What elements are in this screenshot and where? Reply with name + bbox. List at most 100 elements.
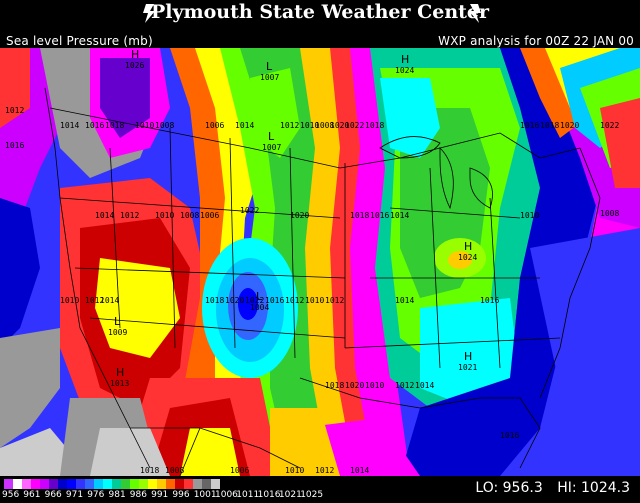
isobar-label: 1018 — [365, 121, 384, 130]
legend-swatch — [13, 479, 22, 489]
low-center-value: 1007 — [262, 143, 281, 152]
high-center-letter: H — [464, 240, 472, 253]
high-center-letter: H — [131, 48, 139, 61]
lightning-bolt-icon — [469, 4, 481, 23]
isobar-label: 1016 — [5, 141, 24, 150]
isobar-label: 1012 — [395, 381, 414, 390]
isobar-label: 1012 — [5, 106, 24, 115]
legend-swatch — [157, 479, 166, 489]
high-center-value: 1021 — [458, 363, 477, 372]
page-title: Plymouth State Weather Center — [150, 1, 490, 23]
isobar-label: 1018 — [540, 121, 559, 130]
legend-swatch — [130, 479, 139, 489]
legend-swatch — [76, 479, 85, 489]
legend-swatch — [22, 479, 31, 489]
low-center-letter: L — [256, 290, 263, 303]
isobar-label: 1016 — [500, 431, 519, 440]
high-center-letter: H — [116, 366, 124, 379]
low-center-value: 1004 — [250, 303, 269, 312]
isobar-label: 1014 — [415, 381, 434, 390]
legend-swatch — [40, 479, 49, 489]
legend-tick-label: 991 — [151, 490, 169, 500]
legend-swatch — [202, 479, 211, 489]
legend-tick-label: 1011 — [236, 490, 260, 500]
isobar-label: 1018 — [105, 121, 124, 130]
isobar-label: 1014 — [350, 466, 369, 475]
legend-tick-label: 981 — [108, 490, 126, 500]
isobar-label: 1020 — [225, 296, 244, 305]
legend-tick-label: 961 — [23, 490, 41, 500]
isobar-label: 1012 — [280, 121, 299, 130]
field-label: Sea level Pressure (mb) — [6, 34, 153, 48]
isobar-label: 1006 — [200, 211, 219, 220]
isobar-label: 1010 — [135, 121, 154, 130]
min-pressure-label: LO: 956.3 — [475, 480, 543, 496]
isobar-label: 1014 — [60, 121, 79, 130]
isobar-label: 1006 — [205, 121, 224, 130]
isobar-label: 1010 — [155, 211, 174, 220]
legend-swatch — [31, 479, 40, 489]
legend-tick-label: 1025 — [300, 490, 324, 500]
isobar-label: 1006 — [230, 466, 249, 475]
min-max-stats: LO: 956.3 HI: 1024.3 — [465, 480, 630, 496]
isobar-label: 1008 — [155, 121, 174, 130]
isobar-label: 1022 — [345, 121, 364, 130]
legend-tick-label: 976 — [87, 490, 105, 500]
isobar-label: 1014 — [95, 211, 114, 220]
legend-tick-label: 966 — [44, 490, 62, 500]
isobar-label: 1008 — [600, 209, 619, 218]
low-center-value: 1009 — [108, 328, 127, 337]
isobar-label: 1008 — [180, 211, 199, 220]
legend-swatch — [103, 479, 112, 489]
legend-swatch — [175, 479, 184, 489]
legend-swatch — [85, 479, 94, 489]
legend-tick-label: 1016 — [257, 490, 281, 500]
isobar-label: 1018 — [325, 381, 344, 390]
high-center-value: 1024 — [395, 66, 414, 75]
low-center-letter: L — [266, 60, 273, 73]
isobar-label: 1018 — [350, 211, 369, 220]
legend-swatch — [211, 479, 220, 489]
color-legend: 956 961 966 971 976 981 986 991 996 1001 1006 1011 1… — [0, 477, 640, 503]
pressure-map-canvas: 10121014 1016 1018 1010 1008 1006 1014 1012 1010… — [0, 48, 640, 476]
legend-tick-label: 1001 — [193, 490, 217, 500]
legend-swatch — [139, 479, 148, 489]
isobar-label: 1014 — [235, 121, 254, 130]
high-center-letter: H — [464, 350, 472, 363]
legend-tick-label: 956 — [2, 490, 20, 500]
isobar-label: 1012 — [315, 466, 334, 475]
isobar-label: 1010 — [60, 296, 79, 305]
analysis-time-label: WXP analysis for 00Z 22 JAN 00 — [438, 34, 634, 48]
legend-swatch — [121, 479, 130, 489]
legend-tick-label: 971 — [65, 490, 84, 500]
high-center-value: 1026 — [125, 61, 144, 70]
legend-swatch — [58, 479, 67, 489]
isobar-label: 1010 — [520, 211, 539, 220]
high-center-value: 1013 — [110, 379, 129, 388]
legend-swatch — [67, 479, 76, 489]
isobar-label: 1022 — [600, 121, 619, 130]
isobar-label: 1020 — [560, 121, 579, 130]
legend-swatch — [4, 479, 13, 489]
isobar-label: 1012 — [120, 211, 139, 220]
high-center-value: 1024 — [458, 253, 477, 262]
low-center-letter: L — [114, 315, 121, 328]
isobar-label: 1014 — [395, 296, 414, 305]
isobar-label: 1010 — [305, 296, 324, 305]
legend-swatch — [193, 479, 202, 489]
isobar-label: 1020 — [345, 381, 364, 390]
isobar-label: 1014 — [100, 296, 119, 305]
legend-swatch — [112, 479, 121, 489]
low-center-value: 1007 — [260, 73, 279, 82]
high-center-letter: H — [401, 53, 409, 66]
isobar-label: 1022 — [240, 206, 259, 215]
legend-tick-label: 986 — [129, 490, 147, 500]
isobar-label: 1018 — [140, 466, 159, 475]
isobar-label: 1018 — [205, 296, 224, 305]
isobar-label: 1010 — [285, 466, 304, 475]
isobar-label: 1010 — [365, 381, 384, 390]
header-bar: Plymouth State Weather Center — [0, 0, 640, 30]
isobar-label: 1020 — [290, 211, 309, 220]
legend-swatch — [94, 479, 103, 489]
legend-tick-label: 1021 — [278, 490, 302, 500]
